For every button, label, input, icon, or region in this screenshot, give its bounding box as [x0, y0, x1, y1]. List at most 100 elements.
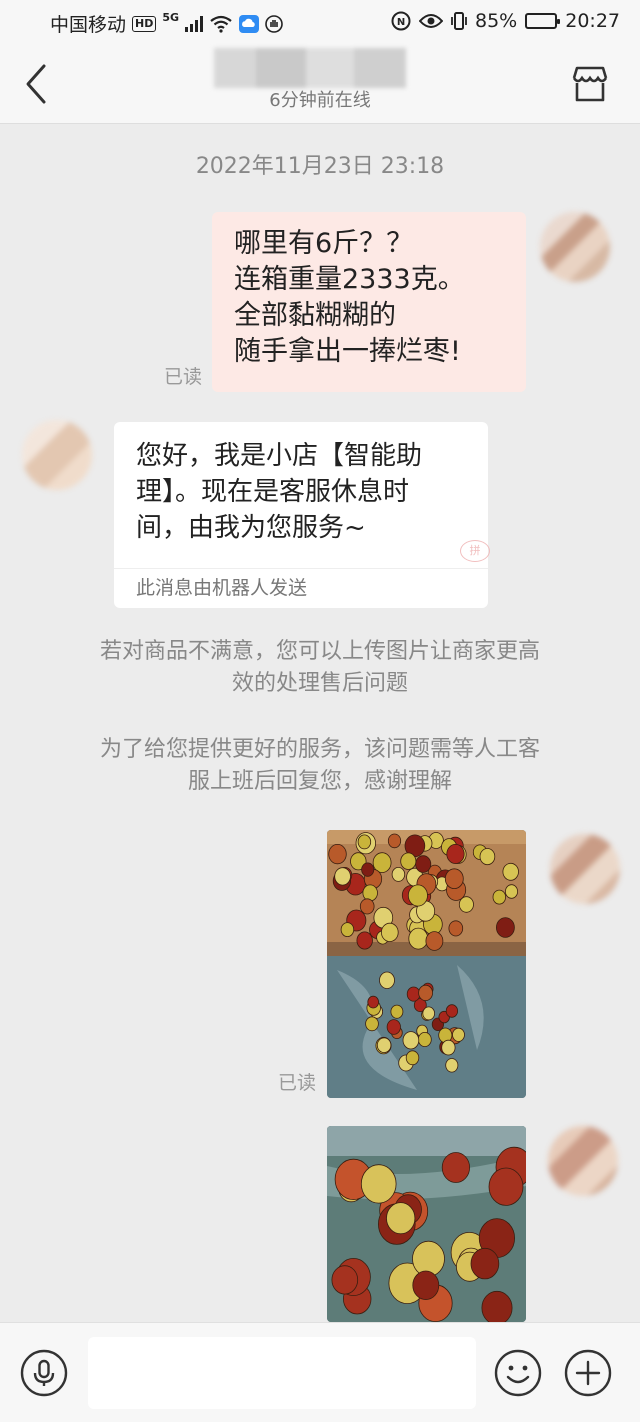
jujube-fruit: [441, 1039, 456, 1056]
jujube-fruit: [444, 868, 464, 890]
message-line: 全部黏糊糊的: [234, 300, 396, 331]
network-type: 5G: [162, 11, 180, 24]
rotten-jujubes-photo: [327, 1126, 526, 1322]
jujube-fruit: [425, 931, 444, 951]
jujube-fruit: [495, 917, 515, 938]
system-notice: 若对商品不满意，您可以上传图片让商家更高 效的处理售后问题: [60, 636, 580, 700]
message-input[interactable]: [88, 1337, 476, 1409]
microphone-icon[interactable]: [20, 1349, 68, 1397]
input-bar: [0, 1322, 640, 1422]
jujube-fruit: [405, 1050, 420, 1066]
jujube-fruit: [391, 867, 406, 882]
jujube-fruit: [481, 1290, 513, 1322]
clock: 20:27: [565, 10, 620, 32]
status-bar-right: N 85% 20:27: [391, 10, 620, 32]
jujube-fruit: [367, 995, 379, 1009]
bot-message-text: 您好，我是小店【智能助 理】。现在是客服休息时 间，由我为您服务~: [136, 438, 476, 546]
message-line: 间，由我为您服务~: [136, 513, 366, 543]
battery-percent: 85%: [475, 10, 518, 32]
jujube-fruit: [418, 984, 433, 1001]
jujube-fruit: [452, 1027, 465, 1042]
jujube-fruit: [422, 1006, 435, 1021]
status-bar: 中国移动 HD 5G N 85% 20:27: [0, 0, 640, 44]
user-avatar[interactable]: [550, 834, 620, 904]
jujube-fruit: [357, 834, 372, 850]
nfc-icon: N: [391, 11, 411, 31]
wifi-icon: [210, 15, 232, 33]
jujube-fruit: [407, 884, 428, 907]
jujube-fruit: [386, 1019, 401, 1035]
user-message-bubble[interactable]: 哪里有6斤？？ 连箱重量2333克。 全部黏糊糊的 随手拿出一捧烂枣!: [212, 212, 526, 392]
jujube-fruit: [402, 1031, 420, 1050]
jujube-fruit: [390, 1004, 404, 1019]
jujube-fruit: [361, 862, 375, 877]
jujube-fruit: [334, 867, 351, 886]
jujube-fruit: [365, 1016, 379, 1032]
jujube-fruit: [386, 1202, 416, 1235]
jujube-fruit: [412, 1270, 440, 1301]
carrier-name: 中国移动: [50, 14, 127, 36]
vibrate-icon: [451, 12, 467, 30]
jujube-fruit: [400, 852, 417, 870]
jujube-fruit: [492, 889, 507, 905]
cloud-app-icon: [239, 14, 260, 33]
user-avatar[interactable]: [540, 212, 610, 282]
plus-icon[interactable]: [564, 1349, 612, 1397]
message-line: 您好，我是小店【智能助: [136, 441, 423, 471]
message-line: 连箱重量2333克。: [234, 264, 465, 295]
jujube-box-photo: [327, 830, 526, 1098]
notice-line: 为了给您提供更好的服务，该问题需等人工客: [99, 737, 540, 762]
read-status: 已读: [278, 1072, 317, 1094]
storefront-icon[interactable]: [568, 62, 612, 106]
message-line: 随手拿出一捧烂枣!: [234, 336, 461, 367]
notice-line: 效的处理售后问题: [231, 671, 408, 696]
message-timestamp: 2022年11月23日 23:18: [195, 154, 445, 179]
jujube-fruit: [362, 884, 378, 902]
notice-line: 若对商品不满意，您可以上传图片让商家更高: [99, 639, 540, 664]
jujube-fruit: [359, 898, 375, 915]
jujube-fruit: [445, 1058, 459, 1073]
jujube-fruit: [356, 931, 373, 950]
jujube-fruit: [446, 843, 465, 865]
signal-icon: [185, 15, 204, 32]
status-bar-left: 中国移动 HD 5G: [50, 10, 283, 37]
hand-icon: [265, 14, 283, 33]
jujube-fruit: [328, 844, 347, 865]
chat-header: 6分钟前在线: [0, 44, 640, 124]
jujube-fruit: [360, 1164, 397, 1204]
jujube-fruit: [441, 1152, 470, 1183]
bubble-divider: [114, 568, 488, 569]
jujube-fruit: [340, 922, 355, 937]
eye-icon: [419, 14, 443, 28]
user-avatar[interactable]: [548, 1126, 618, 1196]
jujube-fruit: [415, 855, 432, 873]
online-status: 6分钟前在线: [269, 90, 371, 111]
hd-badge: HD: [132, 15, 157, 32]
system-notice: 为了给您提供更好的服务，该问题需等人工客 服上班后回复您，感谢理解: [60, 734, 580, 798]
jujube-fruit: [408, 927, 429, 950]
bot-sent-note: 此消息由机器人发送: [136, 577, 308, 599]
battery-icon: [525, 13, 561, 29]
jujube-fruit: [417, 1031, 432, 1047]
photo-message[interactable]: [327, 830, 526, 1098]
jujube-fruit: [406, 986, 421, 1002]
shop-avatar[interactable]: [22, 420, 92, 490]
emoji-icon[interactable]: [494, 1349, 542, 1397]
pdd-stamp: 拼: [460, 540, 490, 562]
message-line: 哪里有6斤？？: [234, 228, 414, 259]
bot-message-bubble[interactable]: 您好，我是小店【智能助 理】。现在是客服休息时 间，由我为您服务~ 拼 此消息由…: [114, 422, 490, 608]
jujube-fruit: [502, 862, 519, 881]
jujube-fruit: [376, 1037, 392, 1054]
photo-message[interactable]: [327, 1126, 526, 1322]
jujube-fruit: [479, 848, 496, 866]
jujube-fruit: [504, 884, 518, 899]
jujube-fruit: [470, 1247, 500, 1280]
contact-name-blurred: [214, 48, 406, 88]
jujube-fruit: [488, 1167, 524, 1206]
message-line: 理】。现在是客服休息时: [136, 477, 410, 507]
jujube-fruit: [379, 971, 395, 990]
notice-line: 服上班后回复您，感谢理解: [187, 769, 452, 794]
jujube-fruit: [448, 920, 464, 937]
jujube-fruit: [381, 922, 399, 943]
read-status: 已读: [164, 366, 203, 388]
